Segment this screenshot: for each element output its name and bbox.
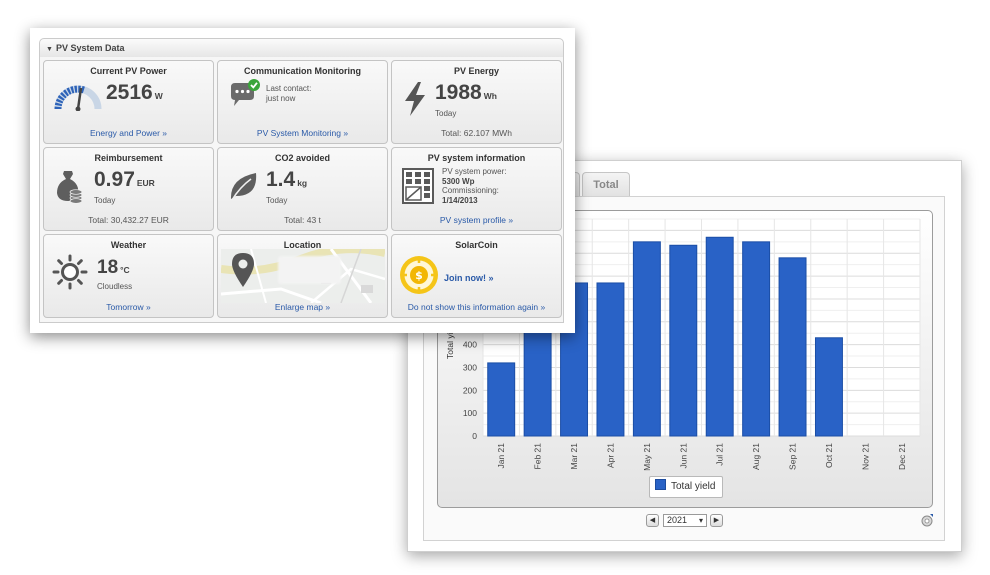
y-tick-label: 200 (463, 385, 477, 395)
collapse-triangle-icon[interactable]: ▼ (46, 46, 53, 53)
y-tick-label: 0 (472, 431, 477, 441)
location-map[interactable] (221, 249, 385, 303)
tile-current-pv-power[interactable]: Current PV Power 2516 W Energy and Power … (43, 60, 214, 144)
tile-title: Weather (110, 240, 147, 250)
tile-pv-system-information[interactable]: PV system information PV system power: 5… (391, 147, 562, 231)
weather-tomorrow-link[interactable]: Tomorrow » (44, 302, 213, 312)
previous-year-button[interactable]: ◀ (646, 514, 659, 527)
energy-and-power-link[interactable]: Energy and Power » (44, 128, 213, 138)
reimbursement-unit: EUR (136, 178, 155, 188)
x-tick-label: Aug 21 (751, 443, 761, 470)
tab-total[interactable]: Total (582, 172, 630, 196)
legend-label: Total yield (671, 481, 716, 492)
bar (705, 236, 734, 437)
tile-title: Communication Monitoring (244, 66, 361, 76)
x-tick-label: Dec 21 (897, 443, 907, 470)
sun-icon (52, 254, 88, 290)
year-select-value: 2021 (667, 515, 688, 525)
legend-swatch (655, 479, 666, 490)
pv-header-title: PV System Data (55, 43, 125, 53)
pv-system-monitoring-link[interactable]: PV System Monitoring » (218, 128, 387, 138)
x-tick-label: Feb 21 (533, 443, 543, 470)
system-power-value: 5300 Wp (442, 176, 475, 186)
x-tick-label: Apr 21 (605, 443, 615, 468)
current-power-value: 2516 (106, 81, 153, 104)
dismiss-solarcoin-link[interactable]: Do not show this information again » (392, 302, 561, 312)
temperature-unit: °C (120, 265, 130, 275)
bar (814, 337, 843, 437)
commissioning-label: Commissioning: (442, 186, 499, 195)
pv-energy-total: Total: 62.107 MWh (441, 128, 512, 138)
pv-system-data-header[interactable]: ▼ PV System Data (39, 38, 564, 58)
y-tick-label: 400 (463, 340, 477, 350)
chevron-down-icon: ▾ (698, 516, 703, 525)
bar (487, 362, 516, 437)
x-tick-label: Jun 21 (678, 443, 688, 469)
map-pin-icon (232, 253, 254, 287)
tile-title: PV Energy (453, 66, 500, 76)
next-year-button[interactable]: ▶ (710, 514, 723, 527)
leaf-icon (230, 173, 257, 201)
current-power-unit: W (154, 91, 163, 101)
bar (669, 244, 698, 437)
settings-icon[interactable] (920, 513, 934, 527)
commissioning-value: 1/14/2013 (442, 195, 478, 205)
y-tick-label: 100 (463, 408, 477, 418)
tile-communication-monitoring[interactable]: Communication Monitoring Last contact: j… (217, 60, 388, 144)
co2-total: Total: 43 t (284, 215, 321, 225)
bar (596, 282, 625, 437)
redacted-area (278, 256, 341, 284)
tile-solarcoin[interactable]: SolarCoin $ Join now! » Do not show this… (391, 234, 562, 318)
power-gauge-icon (54, 85, 102, 111)
lightning-icon (405, 82, 425, 116)
x-tick-label: Jan 21 (496, 443, 506, 469)
enlarge-map-link[interactable]: Enlarge map » (218, 302, 387, 312)
pv-energy-unit: Wh (483, 91, 497, 101)
y-tick-label: 300 (463, 362, 477, 372)
temperature-value: 18 (97, 257, 119, 278)
x-tick-label: Jul 21 (715, 443, 725, 466)
co2-unit: kg (297, 178, 308, 188)
tile-weather[interactable]: Weather 18 °C Cloudless Tomorrow » (43, 234, 214, 318)
solarcoin-logo-icon: $ (400, 256, 438, 294)
svg-text:$: $ (415, 269, 423, 282)
co2-value: 1.4 (266, 168, 296, 191)
pv-energy-period: Today (435, 109, 457, 118)
tile-reimbursement[interactable]: Reimbursement 0.97 EUR Today Total: 30,43… (43, 147, 214, 231)
tile-co2-avoided[interactable]: CO2 avoided 1.4 kg Today Total: 43 t (217, 147, 388, 231)
pv-system-data-window: ▼ PV System Data Current PV Power 2516 W E… (30, 28, 575, 333)
chat-check-icon (231, 79, 260, 106)
money-bag-coins-icon (57, 171, 83, 204)
x-tick-label: Sep 21 (788, 443, 798, 470)
solarcoin-join-link[interactable]: Join now! » (444, 273, 494, 283)
x-tick-label: May 21 (642, 443, 652, 471)
tile-title: PV system information (427, 153, 526, 163)
tile-title: Reimbursement (94, 153, 163, 163)
bar (742, 241, 771, 437)
bar (778, 257, 807, 437)
reimbursement-total: Total: 30,432.27 EUR (88, 215, 169, 225)
last-contact-value: just now (266, 94, 296, 103)
tile-pv-energy[interactable]: PV Energy 1988 Wh Today Total: 62.107 MWh (391, 60, 562, 144)
tile-title: CO2 avoided (274, 153, 330, 163)
co2-period: Today (266, 196, 288, 205)
reimbursement-period: Today (94, 196, 116, 205)
tile-location[interactable]: Location Enlarge map » (217, 234, 388, 318)
tile-title: SolarCoin (455, 240, 498, 250)
pv-system-profile-link[interactable]: PV system profile » (392, 215, 561, 225)
solar-panel-document-icon (402, 168, 434, 204)
x-tick-label: Mar 21 (569, 443, 579, 470)
bar (632, 241, 661, 437)
reimbursement-value: 0.97 (94, 168, 135, 191)
chart-legend[interactable]: Total yield (649, 476, 723, 498)
year-select[interactable]: 2021 ▾ (663, 514, 707, 527)
x-tick-label: Nov 21 (860, 443, 870, 470)
pv-tiles-grid: Current PV Power 2516 W Energy and Power … (39, 57, 564, 323)
x-tick-label: Oct 21 (824, 443, 834, 468)
weather-condition: Cloudless (97, 282, 133, 291)
last-contact-label: Last contact: (266, 84, 312, 93)
tile-title: Current PV Power (90, 66, 167, 76)
system-power-label: PV system power: (442, 167, 507, 176)
pv-energy-value: 1988 (435, 81, 482, 104)
